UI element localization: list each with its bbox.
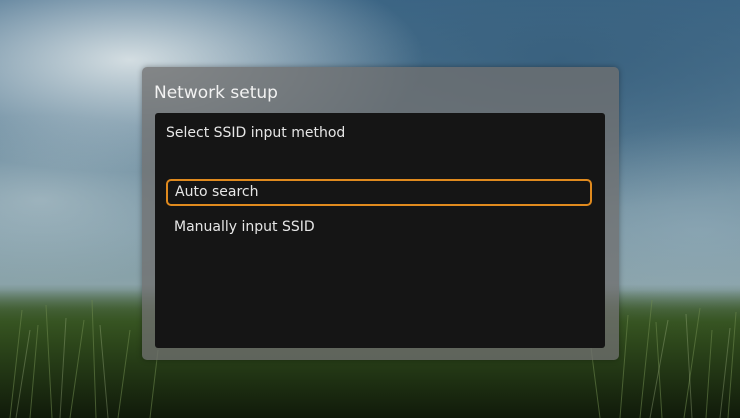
option-manually-input-ssid[interactable]: Manually input SSID	[166, 214, 592, 241]
dialog-title: Network setup	[154, 83, 278, 103]
dialog-content-panel: Select SSID input method Auto search Man…	[155, 113, 605, 348]
option-auto-search[interactable]: Auto search	[166, 179, 592, 206]
ssid-method-prompt: Select SSID input method	[166, 125, 346, 141]
network-setup-dialog: Network setup Select SSID input method A…	[142, 67, 619, 360]
tv-screen: Network setup Select SSID input method A…	[0, 0, 740, 418]
